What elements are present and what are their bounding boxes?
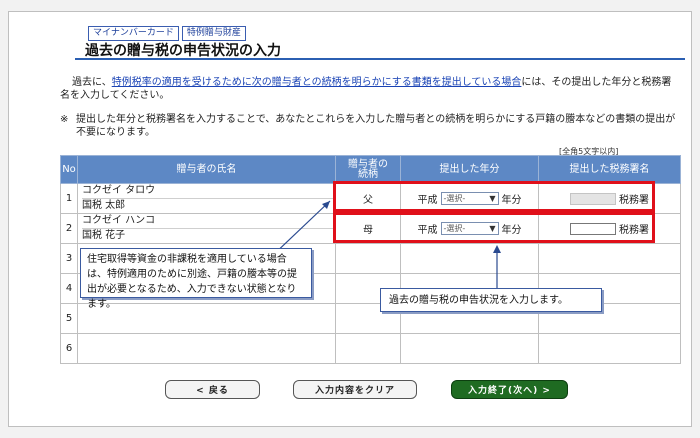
row-no: 1 xyxy=(60,183,78,214)
title-underline xyxy=(75,58,685,60)
highlight-box-row1 xyxy=(333,181,655,212)
note-text: ※ 提出した年分と税務署名を入力することで、あなたとこれらを入力した贈与者との続… xyxy=(60,113,680,139)
note-body: 提出した年分と税務署名を入力することで、あなたとこれらを入力した贈与者との続柄を… xyxy=(76,114,676,138)
row-no: 2 xyxy=(60,213,78,244)
clear-button[interactable]: 入力内容をクリア xyxy=(293,380,417,399)
donor-name-cell: コクゼイ ハンコ 国税 花子 xyxy=(77,213,336,244)
row-no: 4 xyxy=(60,273,78,304)
table-header-row: No 贈与者の氏名 贈与者の続柄 提出した年分 提出した税務署名 xyxy=(60,155,681,184)
col-header-relation: 贈与者の続柄 xyxy=(335,155,401,184)
intro-link[interactable]: 特例税率の適用を受けるために次の贈与者との続柄を明らかにする書類を提出している場… xyxy=(112,77,522,88)
row-no: 5 xyxy=(60,303,78,334)
intro-text: 過去に、特例税率の適用を受けるために次の贈与者との続柄を明らかにする書類を提出し… xyxy=(60,76,680,102)
donor-kanji: 国税 太郎 xyxy=(82,200,126,211)
finish-next-button[interactable]: 入力終了(次へ) > xyxy=(451,380,568,399)
col-header-name: 贈与者の氏名 xyxy=(77,155,336,184)
table-row: 6 xyxy=(60,333,681,364)
donor-name-cell: コクゼイ タロウ 国税 太郎 xyxy=(77,183,336,214)
row-no: 6 xyxy=(60,333,78,364)
note-mark: ※ xyxy=(60,114,69,125)
donor-kanji: 国税 花子 xyxy=(82,230,126,241)
page-title: 過去の贈与税の申告状況の入力 xyxy=(85,43,281,59)
col-header-office: 提出した税務署名 xyxy=(538,155,681,184)
tag-my-number-card: マイナンバーカード xyxy=(88,26,179,41)
back-button[interactable]: < 戻る xyxy=(165,380,260,399)
intro-before: 過去に、 xyxy=(72,77,112,88)
donor-kana: コクゼイ ハンコ xyxy=(82,214,335,229)
callout-disabled-note: 住宅取得等資金の非課税を適用している場合は、特例適用のために別途、戸籍の謄本等の… xyxy=(80,248,312,310)
tag-special-gift-asset: 特例贈与財産 xyxy=(181,26,246,41)
col-header-no: No xyxy=(60,155,78,184)
callout-input-note: 過去の贈与税の申告状況を入力します。 xyxy=(380,288,602,312)
highlight-box-row2 xyxy=(333,212,655,243)
row-no: 3 xyxy=(60,243,78,274)
donor-kana: コクゼイ タロウ xyxy=(82,184,335,199)
col-header-year: 提出した年分 xyxy=(400,155,539,184)
breadcrumb-tags: マイナンバーカード 特例贈与財産 xyxy=(88,26,246,41)
